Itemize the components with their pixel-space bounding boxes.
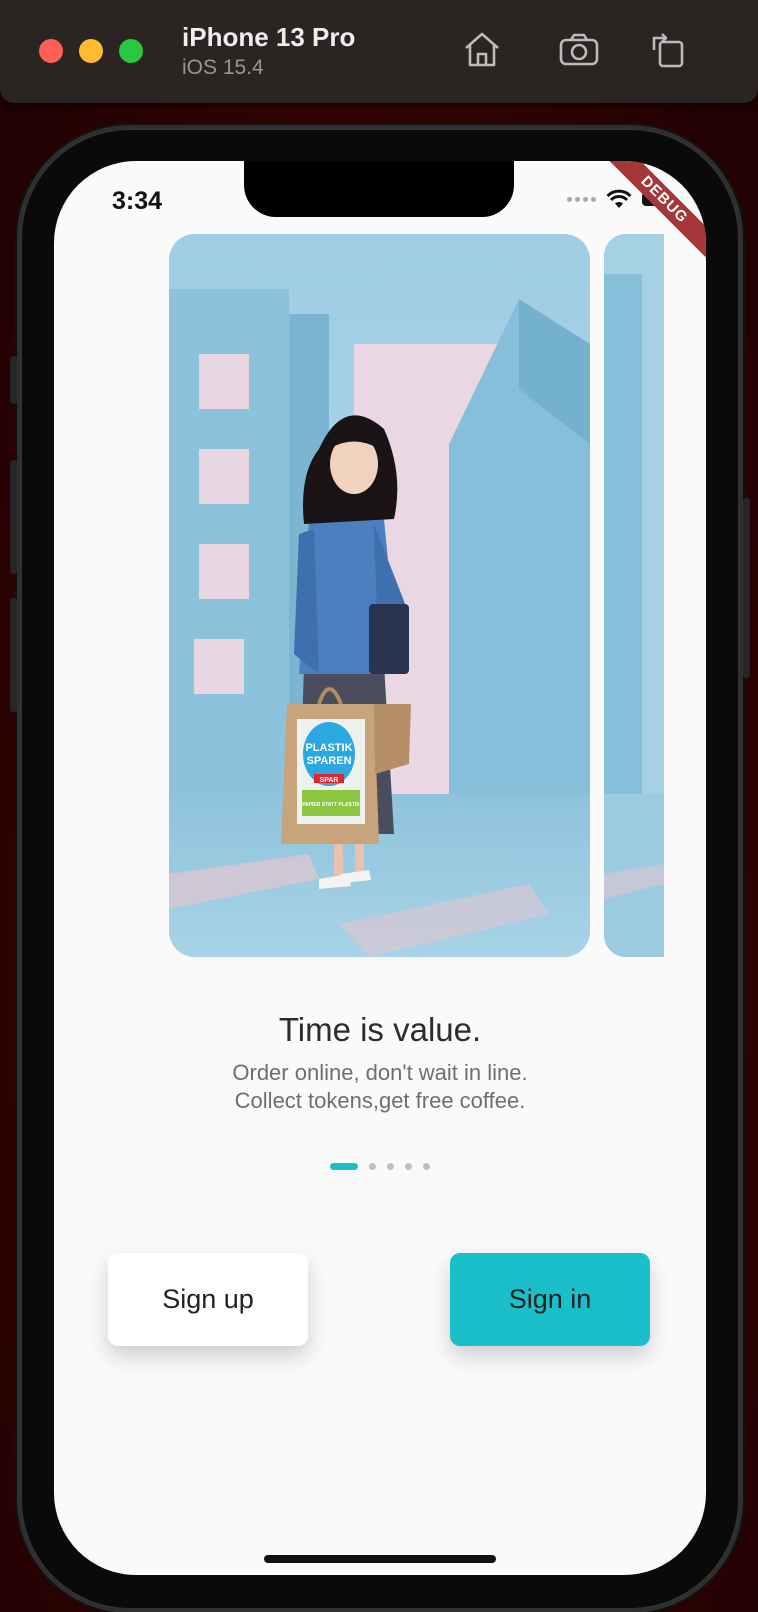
page-dot-2[interactable] [369,1163,376,1170]
notch [244,161,514,217]
shopper-illustration: PLASTIK SPAREN SPAR PAPIER STATT PLASTIK [169,234,590,957]
page-indicator [54,1163,706,1170]
bag-label-papier: PAPIER STATT PLASTIK [302,802,360,808]
onboarding-subtitle-line1: Order online, don't wait in line. [232,1060,528,1085]
sign-up-button[interactable]: Sign up [108,1253,308,1346]
close-window-button[interactable] [39,39,63,63]
bag-label-plastik: PLASTIK [305,742,352,754]
page-dot-5[interactable] [423,1163,430,1170]
page-dot-1[interactable] [330,1163,358,1170]
page-dot-3[interactable] [387,1163,394,1170]
sign-in-button[interactable]: Sign in [450,1253,650,1346]
onboarding-title: Time is value. [278,1011,482,1048]
bag-label-spar: SPAR [320,777,339,784]
simulator-title-bar: iPhone 13 Pro iOS 15.4 [0,0,758,103]
volume-up-button [10,460,17,574]
rotate-icon[interactable] [646,28,690,72]
bag-label-sparen: SPAREN [306,755,351,767]
cellular-signal-icon [567,196,596,202]
status-time: 3:34 [112,187,163,215]
page-dot-4[interactable] [405,1163,412,1170]
onboarding-subtitle-line2: Collect tokens,get free coffee. [234,1088,526,1113]
device-name: iPhone 13 Pro [182,22,356,52]
os-version: iOS 15.4 [182,56,264,79]
power-button [743,498,750,678]
volume-down-button [10,598,17,712]
screenshot-camera-icon[interactable] [557,28,601,72]
next-card-illustration [604,234,664,957]
mute-switch [10,356,17,404]
home-indicator[interactable] [264,1555,496,1563]
home-icon[interactable] [460,28,504,72]
carousel-card-image[interactable]: PLASTIK SPAREN SPAR PAPIER STATT PLASTIK [169,234,590,957]
zoom-window-button[interactable] [119,39,143,63]
minimize-window-button[interactable] [79,39,103,63]
phone-screen: 3:34 DEBUG PLASTIK SPAREN SPAR PAPIER ST… [54,161,706,1575]
carousel-next-card[interactable] [604,234,664,957]
wifi-icon [606,189,632,208]
